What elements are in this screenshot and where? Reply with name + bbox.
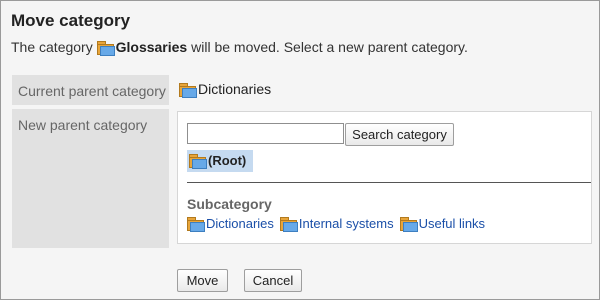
search-category-button[interactable]: Search category (345, 123, 454, 146)
folder-icon (399, 217, 418, 232)
subcategory-link-dictionaries[interactable]: Dictionaries (206, 216, 274, 231)
subcategory-list: Dictionaries Internal systems Useful links (187, 216, 491, 232)
subcategory-link-useful-links[interactable]: Useful links (419, 216, 485, 231)
move-button[interactable]: Move (177, 269, 228, 292)
intro-message: The category Glossaries will be moved. S… (11, 39, 468, 56)
current-parent-label: Current parent category (12, 75, 169, 105)
current-parent-value: Dictionaries (179, 81, 272, 98)
root-category-item[interactable]: (Root) (187, 150, 253, 172)
category-selector-panel: Search category (Root) Subcategory Dicti… (177, 111, 592, 244)
current-parent-name: Dictionaries (198, 81, 272, 97)
folder-icon (187, 217, 205, 232)
moving-category-name: Glossaries (115, 39, 188, 55)
cancel-button[interactable]: Cancel (244, 269, 302, 292)
folder-icon (279, 217, 298, 232)
folder-icon (96, 41, 115, 56)
subcategory-heading: Subcategory (187, 196, 272, 212)
search-category-input[interactable] (187, 123, 344, 144)
divider (187, 182, 591, 183)
folder-icon (179, 83, 197, 98)
move-category-page: Move category The category Glossaries wi… (0, 0, 600, 300)
new-parent-label: New parent category (12, 109, 169, 248)
intro-suffix: will be moved. Select a new parent categ… (187, 39, 468, 55)
folder-icon (189, 154, 207, 169)
subcategory-link-internal-systems[interactable]: Internal systems (299, 216, 394, 231)
page-title: Move category (11, 11, 131, 30)
intro-prefix: The category (11, 39, 97, 55)
root-category-label: (Root) (208, 153, 247, 168)
